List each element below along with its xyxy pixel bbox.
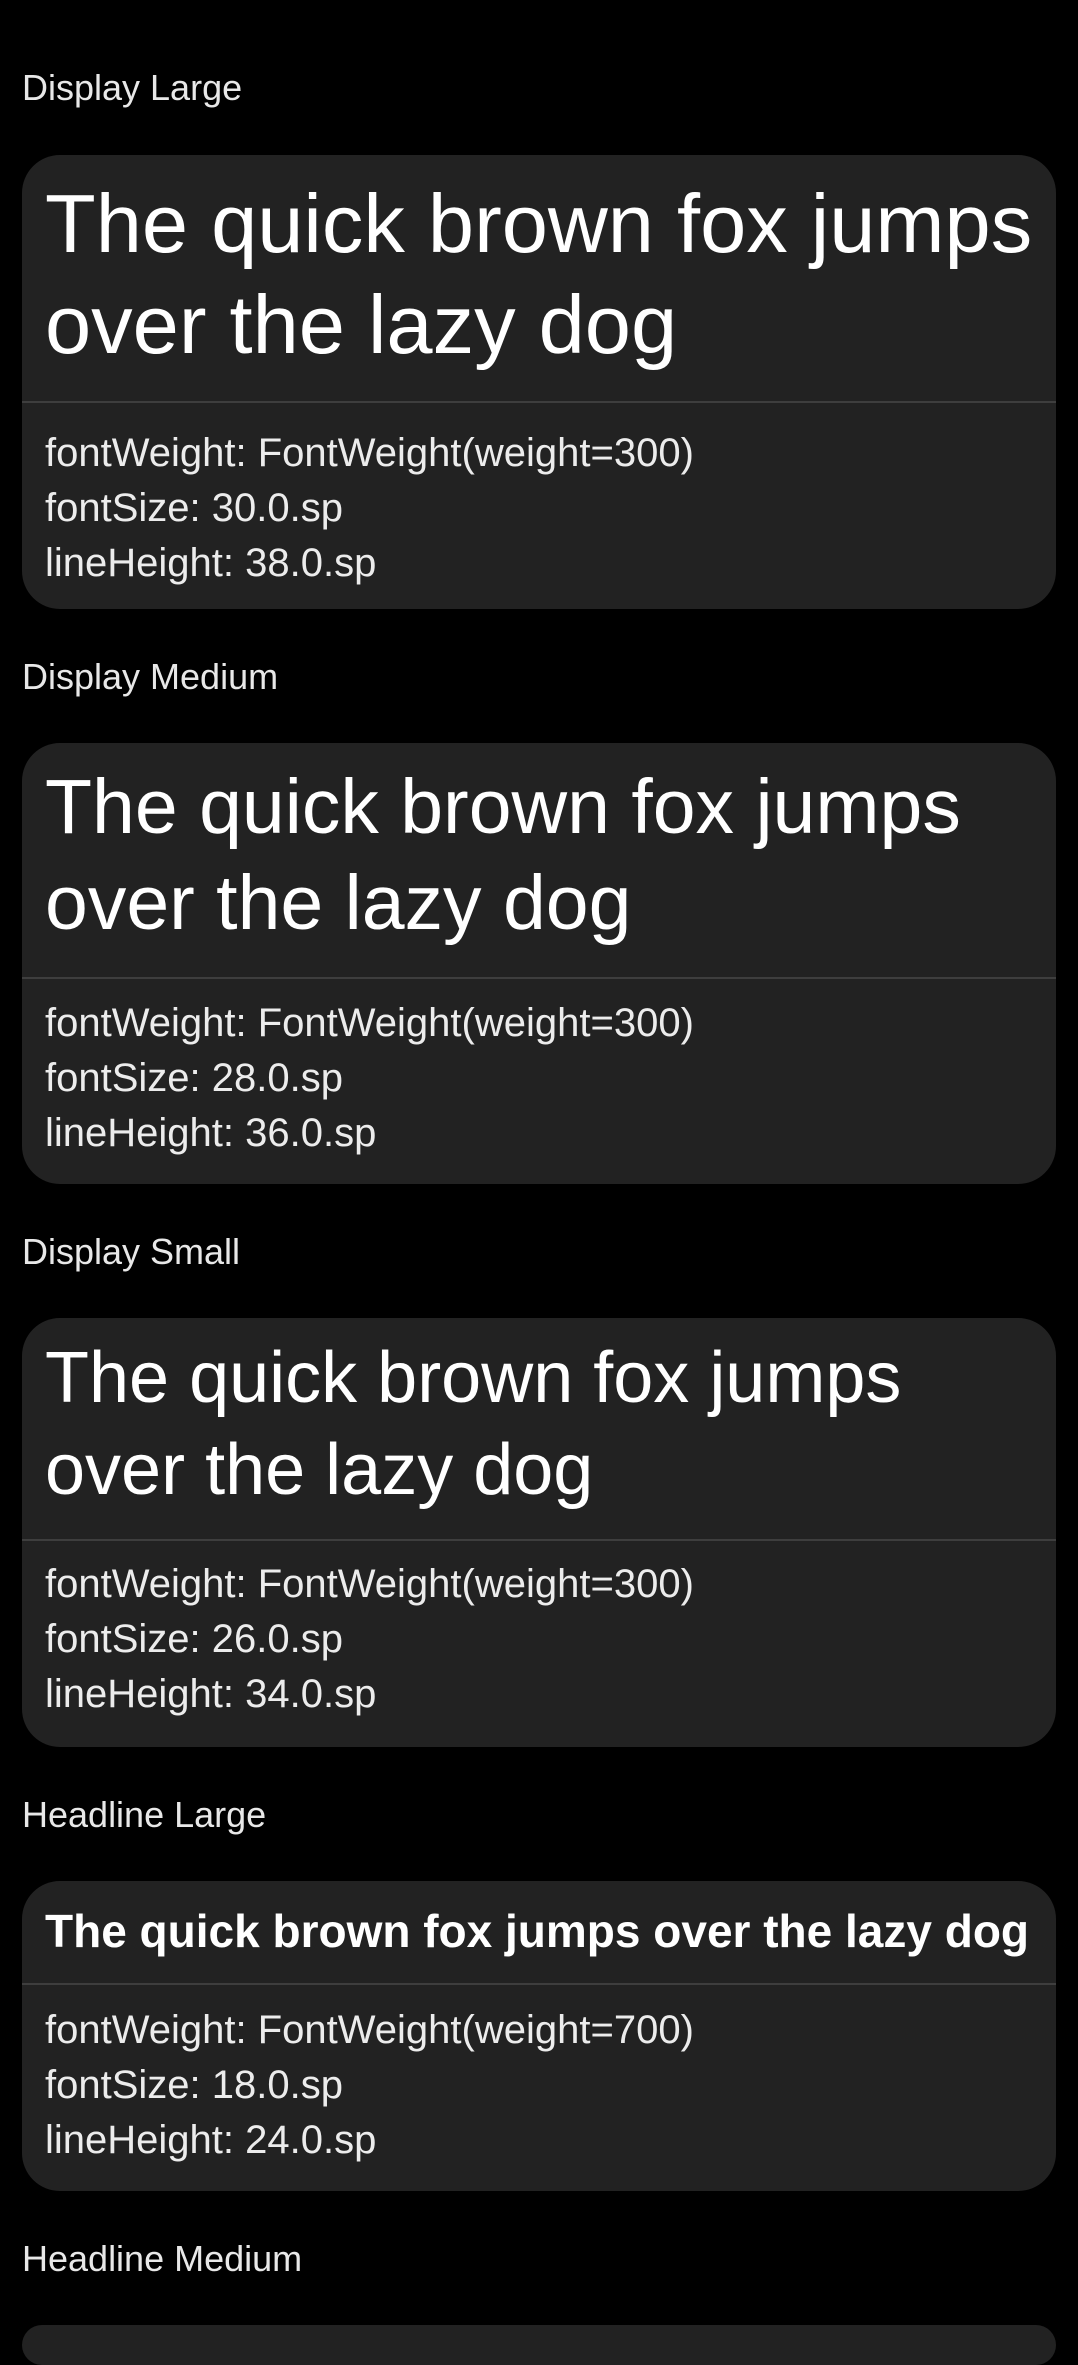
style-metadata: fontWeight: FontWeight(weight=300) fontS… xyxy=(22,979,1056,1161)
line-height-value: lineHeight: 34.0.sp xyxy=(45,1672,377,1716)
line-height-value: lineHeight: 38.0.sp xyxy=(45,541,377,585)
style-label-display-small: Display Small xyxy=(22,1231,241,1272)
style-card-headline-medium[interactable] xyxy=(22,2325,1056,2365)
font-size-value: fontSize: 18.0.sp xyxy=(45,2063,343,2107)
style-card-display-large[interactable]: The quick brown fox jumps over the lazy … xyxy=(22,155,1056,609)
style-label-headline-medium: Headline Medium xyxy=(22,2238,303,2279)
line-height-value: lineHeight: 36.0.sp xyxy=(45,1111,377,1155)
style-card-headline-large[interactable]: The quick brown fox jumps over the lazy … xyxy=(22,1881,1056,2191)
font-size-value: fontSize: 26.0.sp xyxy=(45,1617,343,1661)
font-size-value: fontSize: 28.0.sp xyxy=(45,1056,343,1100)
style-metadata: fontWeight: FontWeight(weight=300) fontS… xyxy=(22,1541,1056,1722)
sample-text-display-large: The quick brown fox jumps over the lazy … xyxy=(22,155,1056,403)
font-size-value: fontSize: 30.0.sp xyxy=(45,486,343,530)
style-metadata: fontWeight: FontWeight(weight=300) fontS… xyxy=(22,403,1056,591)
style-card-display-small[interactable]: The quick brown fox jumps over the lazy … xyxy=(22,1318,1056,1747)
font-weight-value: fontWeight: FontWeight(weight=300) xyxy=(45,1001,694,1045)
font-weight-value: fontWeight: FontWeight(weight=300) xyxy=(45,431,694,475)
font-weight-value: fontWeight: FontWeight(weight=300) xyxy=(45,1562,694,1606)
style-label-display-large: Display Large xyxy=(22,67,243,108)
style-label-headline-large: Headline Large xyxy=(22,1794,267,1835)
style-label-display-medium: Display Medium xyxy=(22,656,279,697)
style-metadata: fontWeight: FontWeight(weight=700) fontS… xyxy=(22,1985,1056,2168)
style-card-display-medium[interactable]: The quick brown fox jumps over the lazy … xyxy=(22,743,1056,1184)
sample-text-display-medium: The quick brown fox jumps over the lazy … xyxy=(22,743,1056,979)
line-height-value: lineHeight: 24.0.sp xyxy=(45,2118,377,2162)
sample-text-headline-large: The quick brown fox jumps over the lazy … xyxy=(22,1881,1056,1985)
font-weight-value: fontWeight: FontWeight(weight=700) xyxy=(45,2008,694,2052)
sample-text-display-small: The quick brown fox jumps over the lazy … xyxy=(22,1318,1056,1541)
